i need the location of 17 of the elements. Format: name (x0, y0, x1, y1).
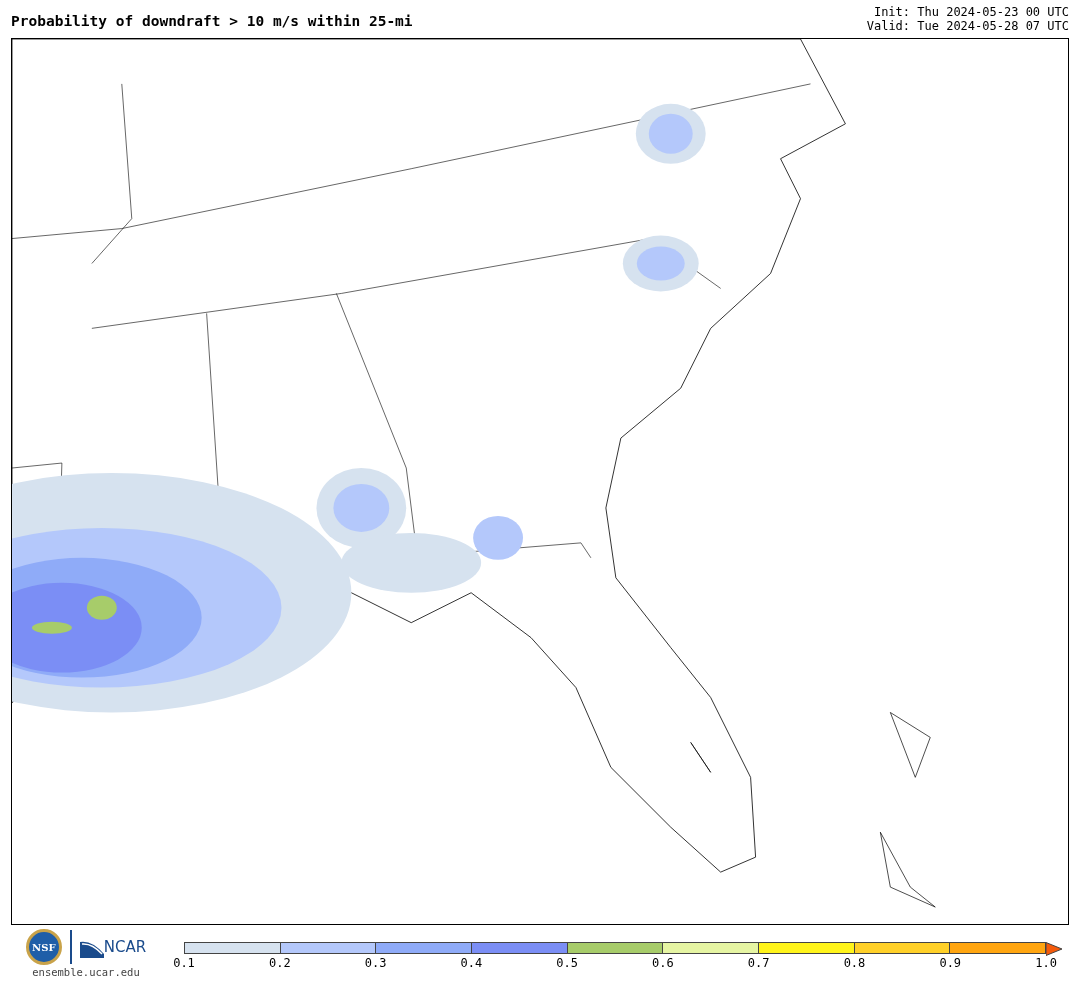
tick-label: 1.0 (1035, 956, 1057, 970)
tick-label: 0.8 (843, 956, 866, 970)
nsf-logo: NSF (25, 929, 62, 965)
tick-label: 0.3 (364, 956, 387, 970)
init-time: Init: Thu 2024-05-23 00 UTC (872, 5, 1069, 19)
tick-label: 0.2 (268, 956, 291, 970)
ncar-logo: NCAR (103, 936, 147, 958)
tick-label: 0.9 (939, 956, 962, 970)
tick-label: 0.6 (652, 956, 674, 970)
chart-title: Probability of downdraft > 10 m/s within 25-mi (11, 12, 413, 32)
website-url: ensemble.ucar.edu (32, 965, 140, 980)
tick-label: 0.7 (747, 956, 770, 970)
tick-label: 0.5 (556, 956, 578, 970)
tick-label: 0.4 (460, 956, 483, 970)
ncar-emblem-icon (79, 940, 104, 959)
valid-time: Valid: Tue 2024-05-28 07 UTC (866, 19, 1069, 33)
tick-label: 0.1 (173, 956, 195, 970)
